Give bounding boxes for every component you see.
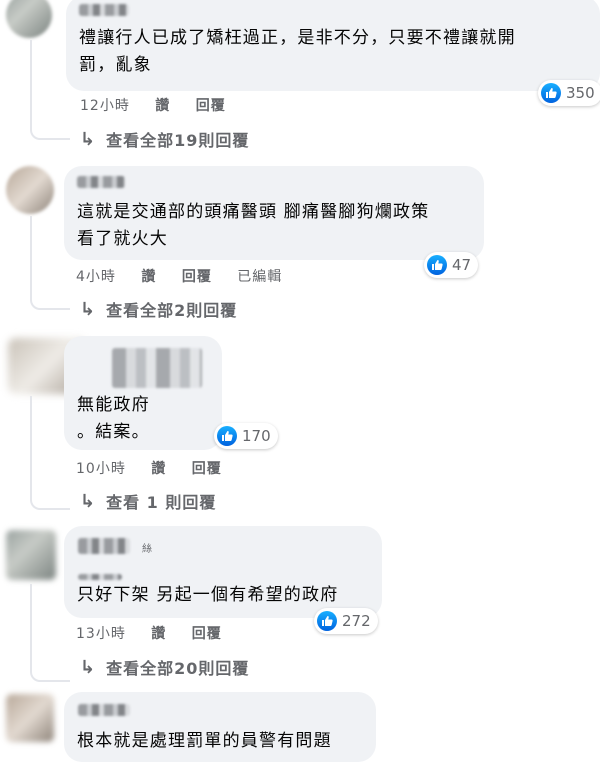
reaction-count[interactable]: 47 <box>424 252 479 278</box>
comment-5: 根本就是處理罰單的員警有問題 <box>0 692 600 762</box>
view-replies-link[interactable]: ↳ 查看全部2則回覆 <box>80 297 237 321</box>
author-name[interactable] <box>112 348 202 388</box>
reply-arrow-icon: ↳ <box>80 128 97 150</box>
like-count: 170 <box>242 427 271 445</box>
view-replies-link[interactable]: ↳ 查看全部20則回覆 <box>80 655 249 679</box>
comment-text: 只好下架 另起一個有希望的政府 <box>77 585 339 605</box>
comment-text: 這就是交通部的頭痛醫頭 腳痛醫腳狗爛政策 看了就火大 <box>77 202 430 249</box>
like-button[interactable]: 讚 <box>151 461 166 477</box>
comment-actions: 10小時 讚 回覆 <box>76 458 242 478</box>
avatar[interactable] <box>6 0 52 38</box>
comment-actions: 13小時 讚 回覆 <box>76 623 242 643</box>
thumbs-up-icon <box>541 83 561 103</box>
thumbs-up-icon <box>217 426 237 446</box>
comment-3: 無能政府 。結案。 170 10小時 讚 回覆 ↳ 查看 1 則回覆 <box>0 334 600 514</box>
like-count: 47 <box>452 256 472 274</box>
avatar[interactable] <box>6 166 54 214</box>
author-badge <box>78 574 122 580</box>
reply-arrow-icon: ↳ <box>80 656 97 678</box>
author-name[interactable] <box>79 4 129 16</box>
reaction-count[interactable]: 272 <box>314 608 378 634</box>
comment-text: 禮讓行人已成了矯枉過正，是非不分，只要不禮讓就開 罰，亂象 <box>79 28 516 75</box>
thumbs-up-icon <box>317 611 337 631</box>
timestamp[interactable]: 12小時 <box>80 98 130 114</box>
reply-button[interactable]: 回覆 <box>192 461 222 477</box>
comment-text: 無能政府 。結案。 <box>77 395 150 442</box>
timestamp[interactable]: 13小時 <box>76 626 126 642</box>
author-name[interactable] <box>78 538 130 554</box>
author-name[interactable] <box>78 704 130 716</box>
view-replies-label: 查看全部2則回覆 <box>106 301 238 320</box>
like-count: 350 <box>566 84 595 102</box>
view-replies-label: 查看全部20則回覆 <box>106 659 250 678</box>
avatar[interactable] <box>6 530 56 580</box>
view-replies-link[interactable]: ↳ 查看 1 則回覆 <box>80 489 216 513</box>
comment-2: 這就是交通部的頭痛醫頭 腳痛醫腳狗爛政策 看了就火大 47 4小時 讚 回覆 已… <box>0 166 600 326</box>
like-button[interactable]: 讚 <box>141 269 156 285</box>
reply-arrow-icon: ↳ <box>80 298 97 320</box>
like-count: 272 <box>342 612 371 630</box>
reply-button[interactable]: 回覆 <box>182 269 212 285</box>
like-button[interactable]: 讚 <box>155 98 170 114</box>
author-name-suffix: 絲 <box>142 544 152 555</box>
comment-4: 絲 只好下架 另起一個有希望的政府 272 13小時 讚 回覆 ↳ 查看全部20… <box>0 526 600 686</box>
comment-text: 根本就是處理罰單的員警有問題 <box>77 731 332 751</box>
comment-bubble: 禮讓行人已成了矯枉過正，是非不分，只要不禮讓就開 罰，亂象 <box>66 0 600 91</box>
thumbs-up-icon <box>427 255 447 275</box>
view-replies-link[interactable]: ↳ 查看全部19則回覆 <box>80 127 249 151</box>
comment-bubble: 絲 只好下架 另起一個有希望的政府 <box>64 526 382 618</box>
author-name[interactable] <box>77 176 125 188</box>
reaction-count[interactable]: 350 <box>538 80 600 106</box>
comment-actions: 4小時 讚 回覆 已編輯 <box>76 266 302 286</box>
reply-button[interactable]: 回覆 <box>192 626 222 642</box>
edited-label: 已編輯 <box>237 269 283 285</box>
reply-button[interactable]: 回覆 <box>196 98 226 114</box>
reaction-count[interactable]: 170 <box>214 423 278 449</box>
view-replies-label: 查看全部19則回覆 <box>106 131 250 150</box>
timestamp[interactable]: 10小時 <box>76 461 126 477</box>
comment-actions: 12小時 讚 回覆 <box>80 95 246 115</box>
comment-bubble: 無能政府 。結案。 <box>64 336 222 450</box>
comment-bubble: 根本就是處理罰單的員警有問題 <box>64 692 376 762</box>
timestamp[interactable]: 4小時 <box>76 269 116 285</box>
reply-arrow-icon: ↳ <box>80 490 97 512</box>
comment-1: 禮讓行人已成了矯枉過正，是非不分，只要不禮讓就開 罰，亂象 350 12小時 讚… <box>0 0 600 160</box>
avatar[interactable] <box>6 694 54 742</box>
comment-bubble: 這就是交通部的頭痛醫頭 腳痛醫腳狗爛政策 看了就火大 <box>64 166 484 260</box>
thread-line <box>30 40 70 140</box>
view-replies-label: 查看 1 則回覆 <box>106 493 217 512</box>
like-button[interactable]: 讚 <box>151 626 166 642</box>
